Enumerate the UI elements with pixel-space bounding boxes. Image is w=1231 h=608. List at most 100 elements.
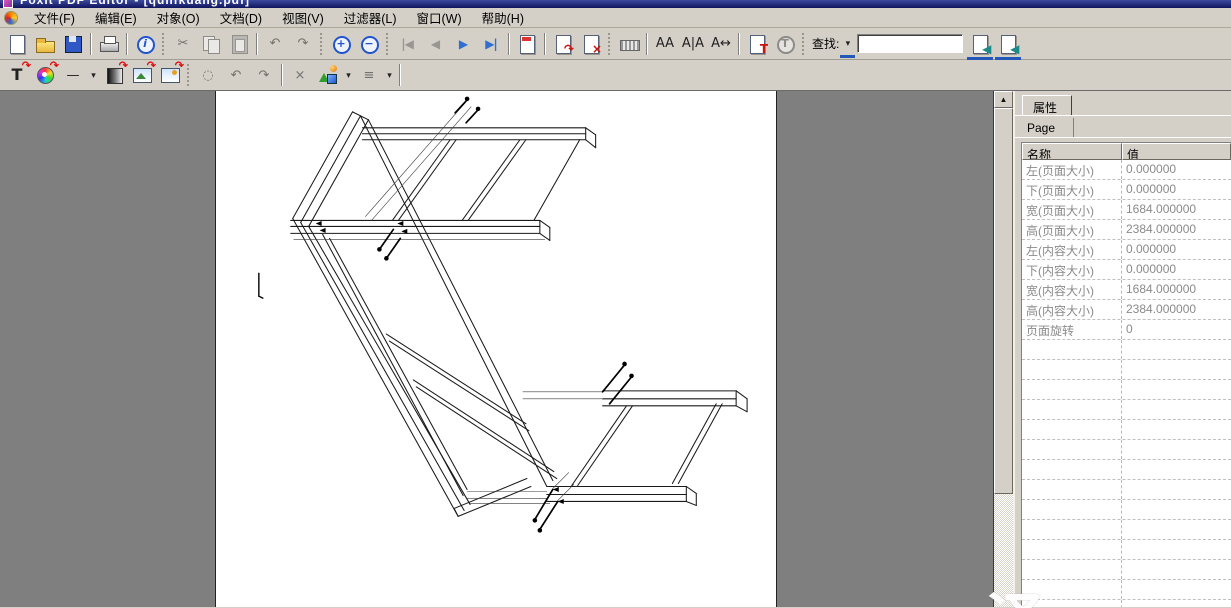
find-next-button[interactable]: ◀ <box>967 31 993 57</box>
table-row: 下(页面大小)0.000000 <box>1022 180 1231 200</box>
toolbar-grip[interactable] <box>385 33 390 55</box>
property-value[interactable] <box>1122 360 1231 379</box>
property-value[interactable] <box>1122 560 1231 579</box>
menu-item-2[interactable]: 对象(O) <box>147 6 210 30</box>
save-button[interactable] <box>60 31 86 57</box>
property-value[interactable]: 0.000000 <box>1122 260 1231 279</box>
next-page-button[interactable]: ▶ <box>450 31 476 57</box>
cut-button[interactable]: ✂ <box>170 31 196 57</box>
line-style-dropdown[interactable]: ▾ <box>87 65 100 85</box>
rotate-badge-icon: ↷ <box>22 59 31 72</box>
property-value[interactable] <box>1122 500 1231 519</box>
edit-color-tool-button[interactable]: ↷ <box>32 62 58 88</box>
delete-object-button[interactable]: × <box>287 62 313 88</box>
property-value[interactable] <box>1122 340 1231 359</box>
zoom-out-button[interactable]: − <box>356 31 382 57</box>
property-value[interactable]: 1684.000000 <box>1122 200 1231 219</box>
table-row-empty <box>1022 440 1231 460</box>
property-value[interactable]: 2384.000000 <box>1122 220 1231 239</box>
menu-item-0[interactable]: 文件(F) <box>24 6 85 30</box>
font-properties-button[interactable]: AA <box>652 31 678 57</box>
property-value[interactable]: 1684.000000 <box>1122 280 1231 299</box>
scroll-up-button[interactable]: ▲ <box>994 91 1013 108</box>
paste-button[interactable] <box>226 31 252 57</box>
foxit-logo-icon <box>4 11 18 25</box>
copy-button[interactable] <box>198 31 224 57</box>
tab-page[interactable]: Page <box>1022 118 1074 138</box>
toolbar-grip[interactable] <box>319 33 324 55</box>
first-page-button[interactable]: |◀ <box>394 31 420 57</box>
toolbar-grip[interactable] <box>607 33 612 55</box>
fill-tool-button[interactable]: ↷ <box>101 62 127 88</box>
find-dropdown[interactable]: ▾ <box>841 34 854 54</box>
rotate-badge-icon: ↷ <box>119 59 128 72</box>
column-header[interactable]: 名称 <box>1022 143 1122 160</box>
select-object-button[interactable]: ◌ <box>195 62 221 88</box>
property-value[interactable]: 0 <box>1122 320 1231 339</box>
property-value[interactable] <box>1122 580 1231 599</box>
rotate-page-button[interactable]: ↷ <box>550 31 576 57</box>
find-all-button[interactable]: ◀ <box>995 31 1021 57</box>
info-button[interactable]: i <box>132 31 158 57</box>
shapes-dropdown[interactable]: ▾ <box>342 65 355 85</box>
property-value[interactable] <box>1122 520 1231 539</box>
last-page-button[interactable]: ▶| <box>478 31 504 57</box>
toolbar-grip[interactable] <box>801 33 806 55</box>
property-value[interactable]: 0.000000 <box>1122 160 1231 179</box>
zoom-in-button[interactable]: + <box>328 31 354 57</box>
property-value[interactable] <box>1122 600 1231 607</box>
menu-item-7[interactable]: 帮助(H) <box>472 6 534 30</box>
edit-text-tool-button[interactable]: T↷ <box>4 62 30 88</box>
page-layout-button[interactable] <box>514 31 540 57</box>
toolbar-grip[interactable] <box>186 64 191 86</box>
property-name <box>1022 540 1122 559</box>
undo-button[interactable]: ↶ <box>262 31 288 57</box>
char-scale-button[interactable]: A↔ <box>708 31 734 57</box>
property-value[interactable]: 2384.000000 <box>1122 300 1231 319</box>
align-tool-icon: ≡ <box>357 63 381 87</box>
shapes-tool-button[interactable] <box>315 62 341 88</box>
property-value[interactable] <box>1122 420 1231 439</box>
table-row-empty <box>1022 400 1231 420</box>
keyboard-button[interactable] <box>616 31 642 57</box>
menu-item-5[interactable]: 过滤器(L) <box>334 6 407 30</box>
align-dropdown[interactable]: ▾ <box>383 65 396 85</box>
menu-item-1[interactable]: 编辑(E) <box>85 6 147 30</box>
menu-item-4[interactable]: 视图(V) <box>272 6 334 30</box>
delete-page-button[interactable]: × <box>578 31 604 57</box>
menu-item-3[interactable]: 文档(D) <box>210 6 272 30</box>
undo-icon: ↶ <box>263 32 287 56</box>
redo-button[interactable]: ↷ <box>290 31 316 57</box>
vertical-scrollbar[interactable]: ▲ <box>993 91 1013 607</box>
rotate-object-left-button[interactable]: ↶ <box>223 62 249 88</box>
align-tool-button[interactable]: ≡ <box>356 62 382 88</box>
property-value[interactable] <box>1122 440 1231 459</box>
property-value[interactable] <box>1122 380 1231 399</box>
text-circle-button[interactable]: T <box>772 31 798 57</box>
menu-item-6[interactable]: 窗口(W) <box>407 6 472 30</box>
property-value[interactable] <box>1122 480 1231 499</box>
property-value[interactable] <box>1122 460 1231 479</box>
find-input[interactable] <box>857 34 963 53</box>
property-name <box>1022 600 1122 607</box>
rotate-object-right-button[interactable]: ↷ <box>251 62 277 88</box>
property-value[interactable]: 0.000000 <box>1122 180 1231 199</box>
pdf-page[interactable] <box>215 91 777 607</box>
prev-page-button[interactable]: ◀ <box>422 31 448 57</box>
line-style-button[interactable]: — <box>60 62 86 88</box>
new-document-button[interactable] <box>4 31 30 57</box>
add-text-button[interactable]: T <box>744 31 770 57</box>
edit-image-tool-button[interactable]: ↷ <box>129 62 155 88</box>
tab-properties[interactable]: 属性 <box>1022 95 1072 116</box>
insert-image-tool-button[interactable]: ↷ <box>157 62 183 88</box>
property-value[interactable]: 0.000000 <box>1122 240 1231 259</box>
char-spacing-button[interactable]: A|A <box>680 31 706 57</box>
toolbar-grip[interactable] <box>161 33 166 55</box>
column-header[interactable]: 值 <box>1122 143 1231 160</box>
char-spacing-icon: A|A <box>681 32 705 56</box>
print-button[interactable] <box>96 31 122 57</box>
property-value[interactable] <box>1122 400 1231 419</box>
open-button[interactable] <box>32 31 58 57</box>
property-value[interactable] <box>1122 540 1231 559</box>
scrollbar-thumb[interactable] <box>994 108 1013 494</box>
